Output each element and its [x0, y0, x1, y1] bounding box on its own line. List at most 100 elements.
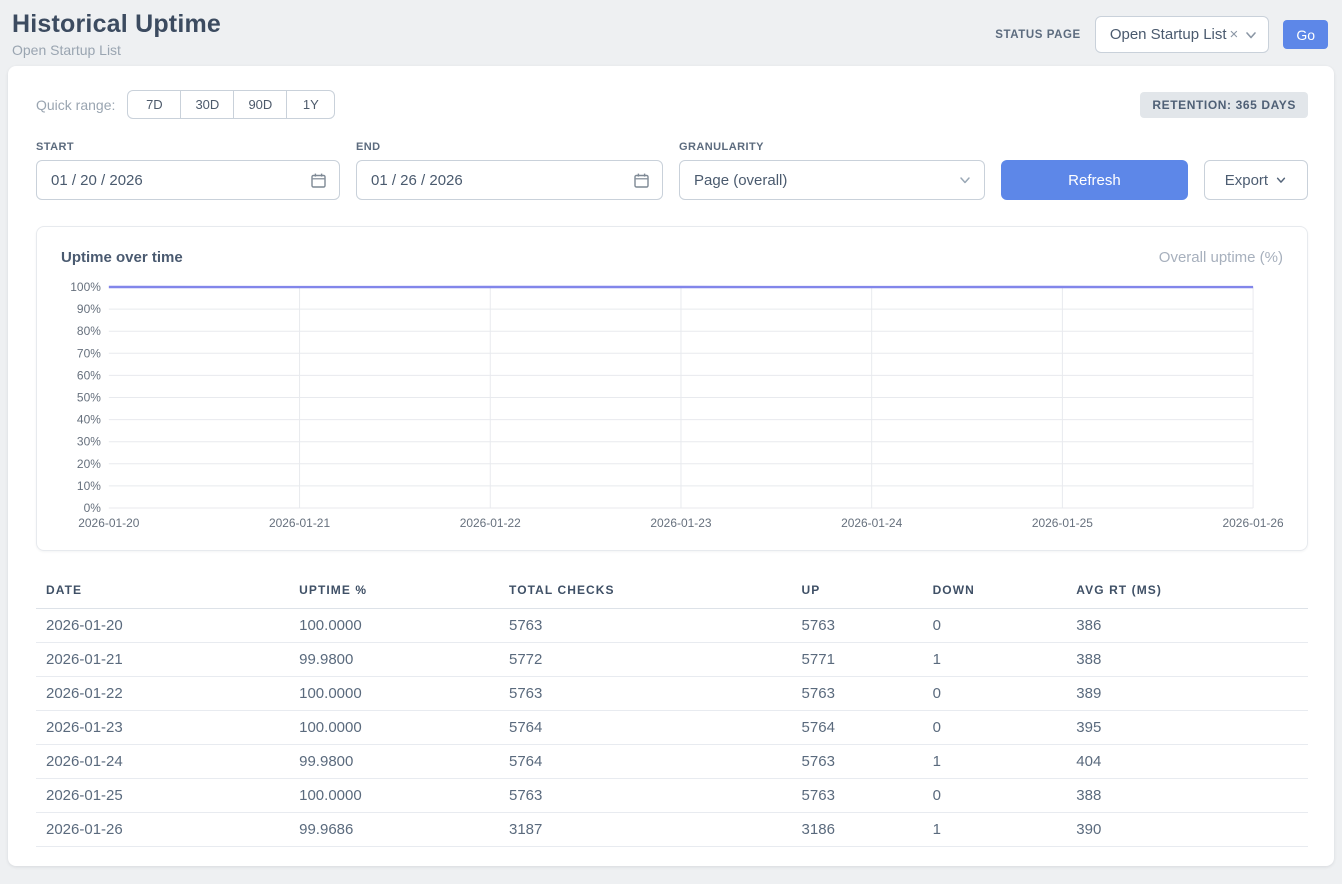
- svg-text:70%: 70%: [77, 346, 101, 360]
- go-button[interactable]: Go: [1283, 20, 1328, 49]
- filters-row: START 01 / 20 / 2026 END 01 / 26 / 2026 …: [36, 141, 1308, 200]
- table-header-row: DATE UPTIME % TOTAL CHECKS UP DOWN AVG R…: [36, 575, 1308, 609]
- table-cell: 2026-01-24: [36, 745, 289, 779]
- page-title: Historical Uptime: [12, 10, 221, 39]
- table-cell: 5764: [792, 711, 923, 745]
- chart-header: Uptime over time Overall uptime (%): [61, 249, 1283, 266]
- status-page-label: STATUS PAGE: [995, 29, 1081, 41]
- status-page-select[interactable]: Open Startup List ×: [1095, 16, 1270, 53]
- table-cell: 0: [923, 677, 1067, 711]
- column-header-up: UP: [792, 575, 923, 609]
- uptime-line-chart: 0%10%20%30%40%50%60%70%80%90%100%2026-01…: [61, 278, 1283, 536]
- table-body: 2026-01-20100.00005763576303862026-01-21…: [36, 609, 1308, 847]
- svg-text:20%: 20%: [77, 457, 101, 471]
- svg-text:2026-01-26: 2026-01-26: [1223, 516, 1283, 530]
- table-cell: 5763: [499, 779, 792, 813]
- svg-text:0%: 0%: [84, 501, 102, 515]
- table-cell: 5763: [792, 677, 923, 711]
- end-date-input[interactable]: 01 / 26 / 2026: [356, 160, 663, 200]
- table-cell: 3187: [499, 813, 792, 847]
- chart-title: Uptime over time: [61, 249, 183, 266]
- quick-range-1y-button[interactable]: 1Y: [286, 90, 335, 119]
- table-cell: 5764: [499, 745, 792, 779]
- table-row: 2026-01-2699.9686318731861390: [36, 813, 1308, 847]
- svg-text:2026-01-21: 2026-01-21: [269, 516, 330, 530]
- end-date-label: END: [356, 141, 663, 153]
- chevron-down-icon: [1275, 174, 1287, 186]
- quick-range-label: Quick range:: [36, 97, 115, 113]
- table-cell: 2026-01-22: [36, 677, 289, 711]
- svg-text:2026-01-20: 2026-01-20: [78, 516, 139, 530]
- table-row: 2026-01-22100.0000576357630389: [36, 677, 1308, 711]
- table-cell: 389: [1066, 677, 1308, 711]
- quick-range-7d-button[interactable]: 7D: [127, 90, 181, 119]
- table-cell: 100.0000: [289, 779, 499, 813]
- column-header-avg-rt: AVG RT (MS): [1066, 575, 1308, 609]
- title-block: Historical Uptime Open Startup List: [12, 10, 221, 58]
- header-controls: STATUS PAGE Open Startup List × Go: [995, 16, 1328, 53]
- chart-legend: Overall uptime (%): [1159, 249, 1283, 266]
- table-row: 2026-01-2199.9800577257711388: [36, 643, 1308, 677]
- table-cell: 0: [923, 711, 1067, 745]
- svg-text:40%: 40%: [77, 413, 101, 427]
- table-cell: 99.9686: [289, 813, 499, 847]
- column-header-down: DOWN: [923, 575, 1067, 609]
- calendar-icon[interactable]: [310, 172, 327, 189]
- table-cell: 395: [1066, 711, 1308, 745]
- quick-range-30d-button[interactable]: 30D: [180, 90, 234, 119]
- table-cell: 1: [923, 745, 1067, 779]
- page-header: Historical Uptime Open Startup List STAT…: [0, 0, 1342, 66]
- calendar-icon[interactable]: [633, 172, 650, 189]
- table-cell: 99.9800: [289, 643, 499, 677]
- clear-selection-icon[interactable]: ×: [1230, 26, 1239, 43]
- end-date-field: END 01 / 26 / 2026: [356, 141, 663, 200]
- column-header-uptime: UPTIME %: [289, 575, 499, 609]
- table-row: 2026-01-25100.0000576357630388: [36, 779, 1308, 813]
- export-label: Export: [1225, 172, 1268, 189]
- svg-text:2026-01-23: 2026-01-23: [650, 516, 711, 530]
- table-cell: 99.9800: [289, 745, 499, 779]
- table-cell: 5763: [499, 609, 792, 643]
- table-cell: 2026-01-25: [36, 779, 289, 813]
- retention-badge: RETENTION: 365 DAYS: [1140, 92, 1308, 118]
- status-page-value: Open Startup List: [1110, 26, 1227, 43]
- svg-text:50%: 50%: [77, 390, 101, 404]
- column-header-date: DATE: [36, 575, 289, 609]
- table-row: 2026-01-20100.0000576357630386: [36, 609, 1308, 643]
- table-cell: 388: [1066, 643, 1308, 677]
- column-header-total-checks: TOTAL CHECKS: [499, 575, 792, 609]
- granularity-value: Page (overall): [694, 172, 787, 189]
- svg-text:90%: 90%: [77, 302, 101, 316]
- table-cell: 0: [923, 609, 1067, 643]
- granularity-field: GRANULARITY Page (overall): [679, 141, 985, 200]
- table-cell: 5763: [792, 779, 923, 813]
- table-cell: 100.0000: [289, 677, 499, 711]
- start-date-field: START 01 / 20 / 2026: [36, 141, 340, 200]
- svg-text:60%: 60%: [77, 368, 101, 382]
- table-cell: 1: [923, 643, 1067, 677]
- chevron-down-icon: [1244, 28, 1258, 42]
- table-cell: 5764: [499, 711, 792, 745]
- quick-range-group: Quick range: 7D 30D 90D 1Y: [36, 90, 335, 119]
- granularity-label: GRANULARITY: [679, 141, 985, 153]
- table-row: 2026-01-23100.0000576457640395: [36, 711, 1308, 745]
- table-cell: 5763: [499, 677, 792, 711]
- table-cell: 5763: [792, 745, 923, 779]
- granularity-select[interactable]: Page (overall): [679, 160, 985, 200]
- export-button[interactable]: Export: [1204, 160, 1308, 200]
- table-cell: 2026-01-23: [36, 711, 289, 745]
- svg-text:10%: 10%: [77, 479, 101, 493]
- table-cell: 100.0000: [289, 711, 499, 745]
- table-cell: 5763: [792, 609, 923, 643]
- start-date-label: START: [36, 141, 340, 153]
- table-cell: 388: [1066, 779, 1308, 813]
- svg-text:30%: 30%: [77, 435, 101, 449]
- quick-range-90d-button[interactable]: 90D: [233, 90, 287, 119]
- chevron-down-icon: [958, 173, 972, 187]
- refresh-button[interactable]: Refresh: [1001, 160, 1188, 200]
- start-date-input[interactable]: 01 / 20 / 2026: [36, 160, 340, 200]
- start-date-value: 01 / 20 / 2026: [51, 172, 143, 189]
- table-cell: 3186: [792, 813, 923, 847]
- quick-range-row: Quick range: 7D 30D 90D 1Y RETENTION: 36…: [36, 90, 1308, 119]
- main-panel: Quick range: 7D 30D 90D 1Y RETENTION: 36…: [8, 66, 1334, 866]
